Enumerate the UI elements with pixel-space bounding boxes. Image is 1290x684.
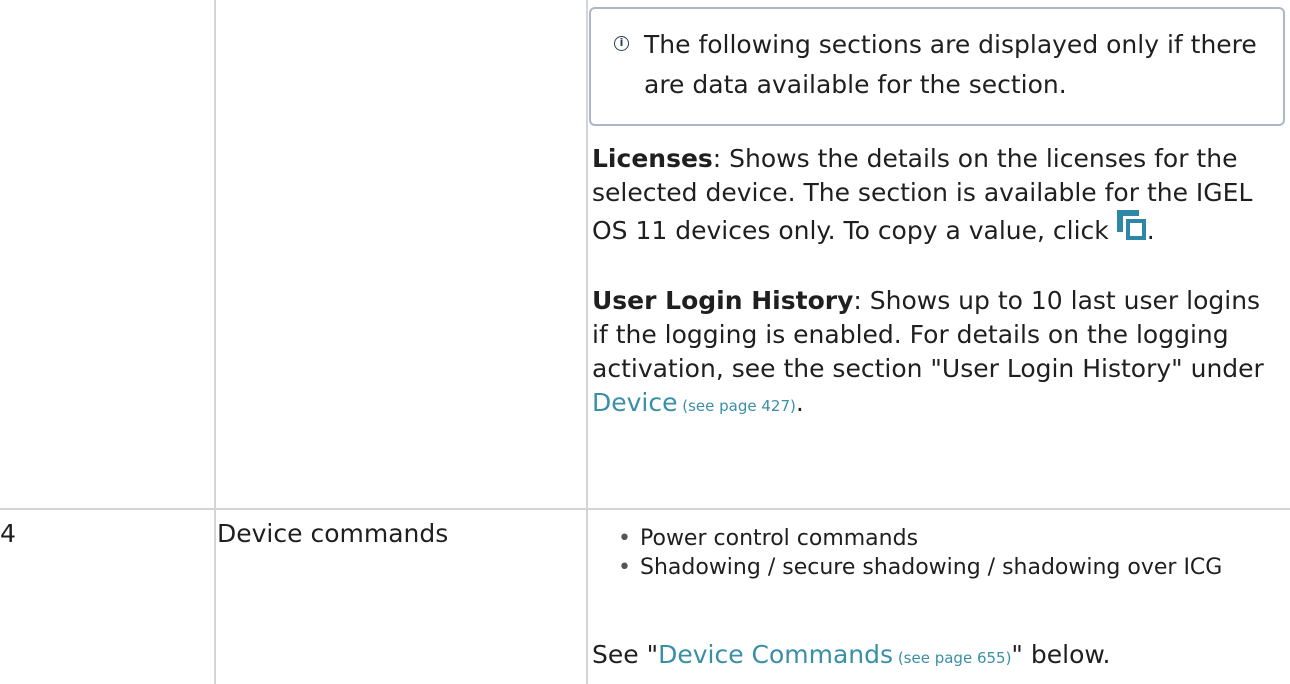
row-divider (0, 508, 1290, 510)
info-icon: i (614, 36, 629, 51)
row-name: Device commands (217, 519, 449, 548)
copy-icon[interactable] (1116, 210, 1147, 242)
device-commands-link[interactable]: Device Commands (see page 655) (658, 640, 1011, 669)
info-panel-text: The following sections are displayed onl… (644, 30, 1257, 99)
see-below-text: See "Device Commands (see page 655)" bel… (592, 638, 1282, 675)
column-divider-2 (586, 0, 588, 684)
row-number: 4 (0, 519, 16, 548)
login-history-label: User Login History (592, 286, 854, 315)
command-list: Power control commands Shadowing / secur… (618, 524, 1278, 582)
login-history-paragraph: User Login History: Shows up to 10 last … (592, 284, 1282, 423)
see-suffix: " below. (1011, 640, 1111, 669)
licenses-period: . (1146, 216, 1155, 245)
licenses-label: Licenses (592, 144, 713, 173)
licenses-paragraph: Licenses: Shows the details on the licen… (592, 142, 1282, 248)
see-prefix: See " (592, 640, 659, 669)
list-item: Power control commands (618, 524, 1278, 553)
list-item: Shadowing / secure shadowing / shadowing… (618, 553, 1278, 582)
device-link[interactable]: Device (see page 427) (592, 388, 796, 417)
login-history-period: . (795, 388, 804, 417)
info-panel: i The following sections are displayed o… (589, 7, 1285, 126)
column-divider-1 (214, 0, 216, 684)
